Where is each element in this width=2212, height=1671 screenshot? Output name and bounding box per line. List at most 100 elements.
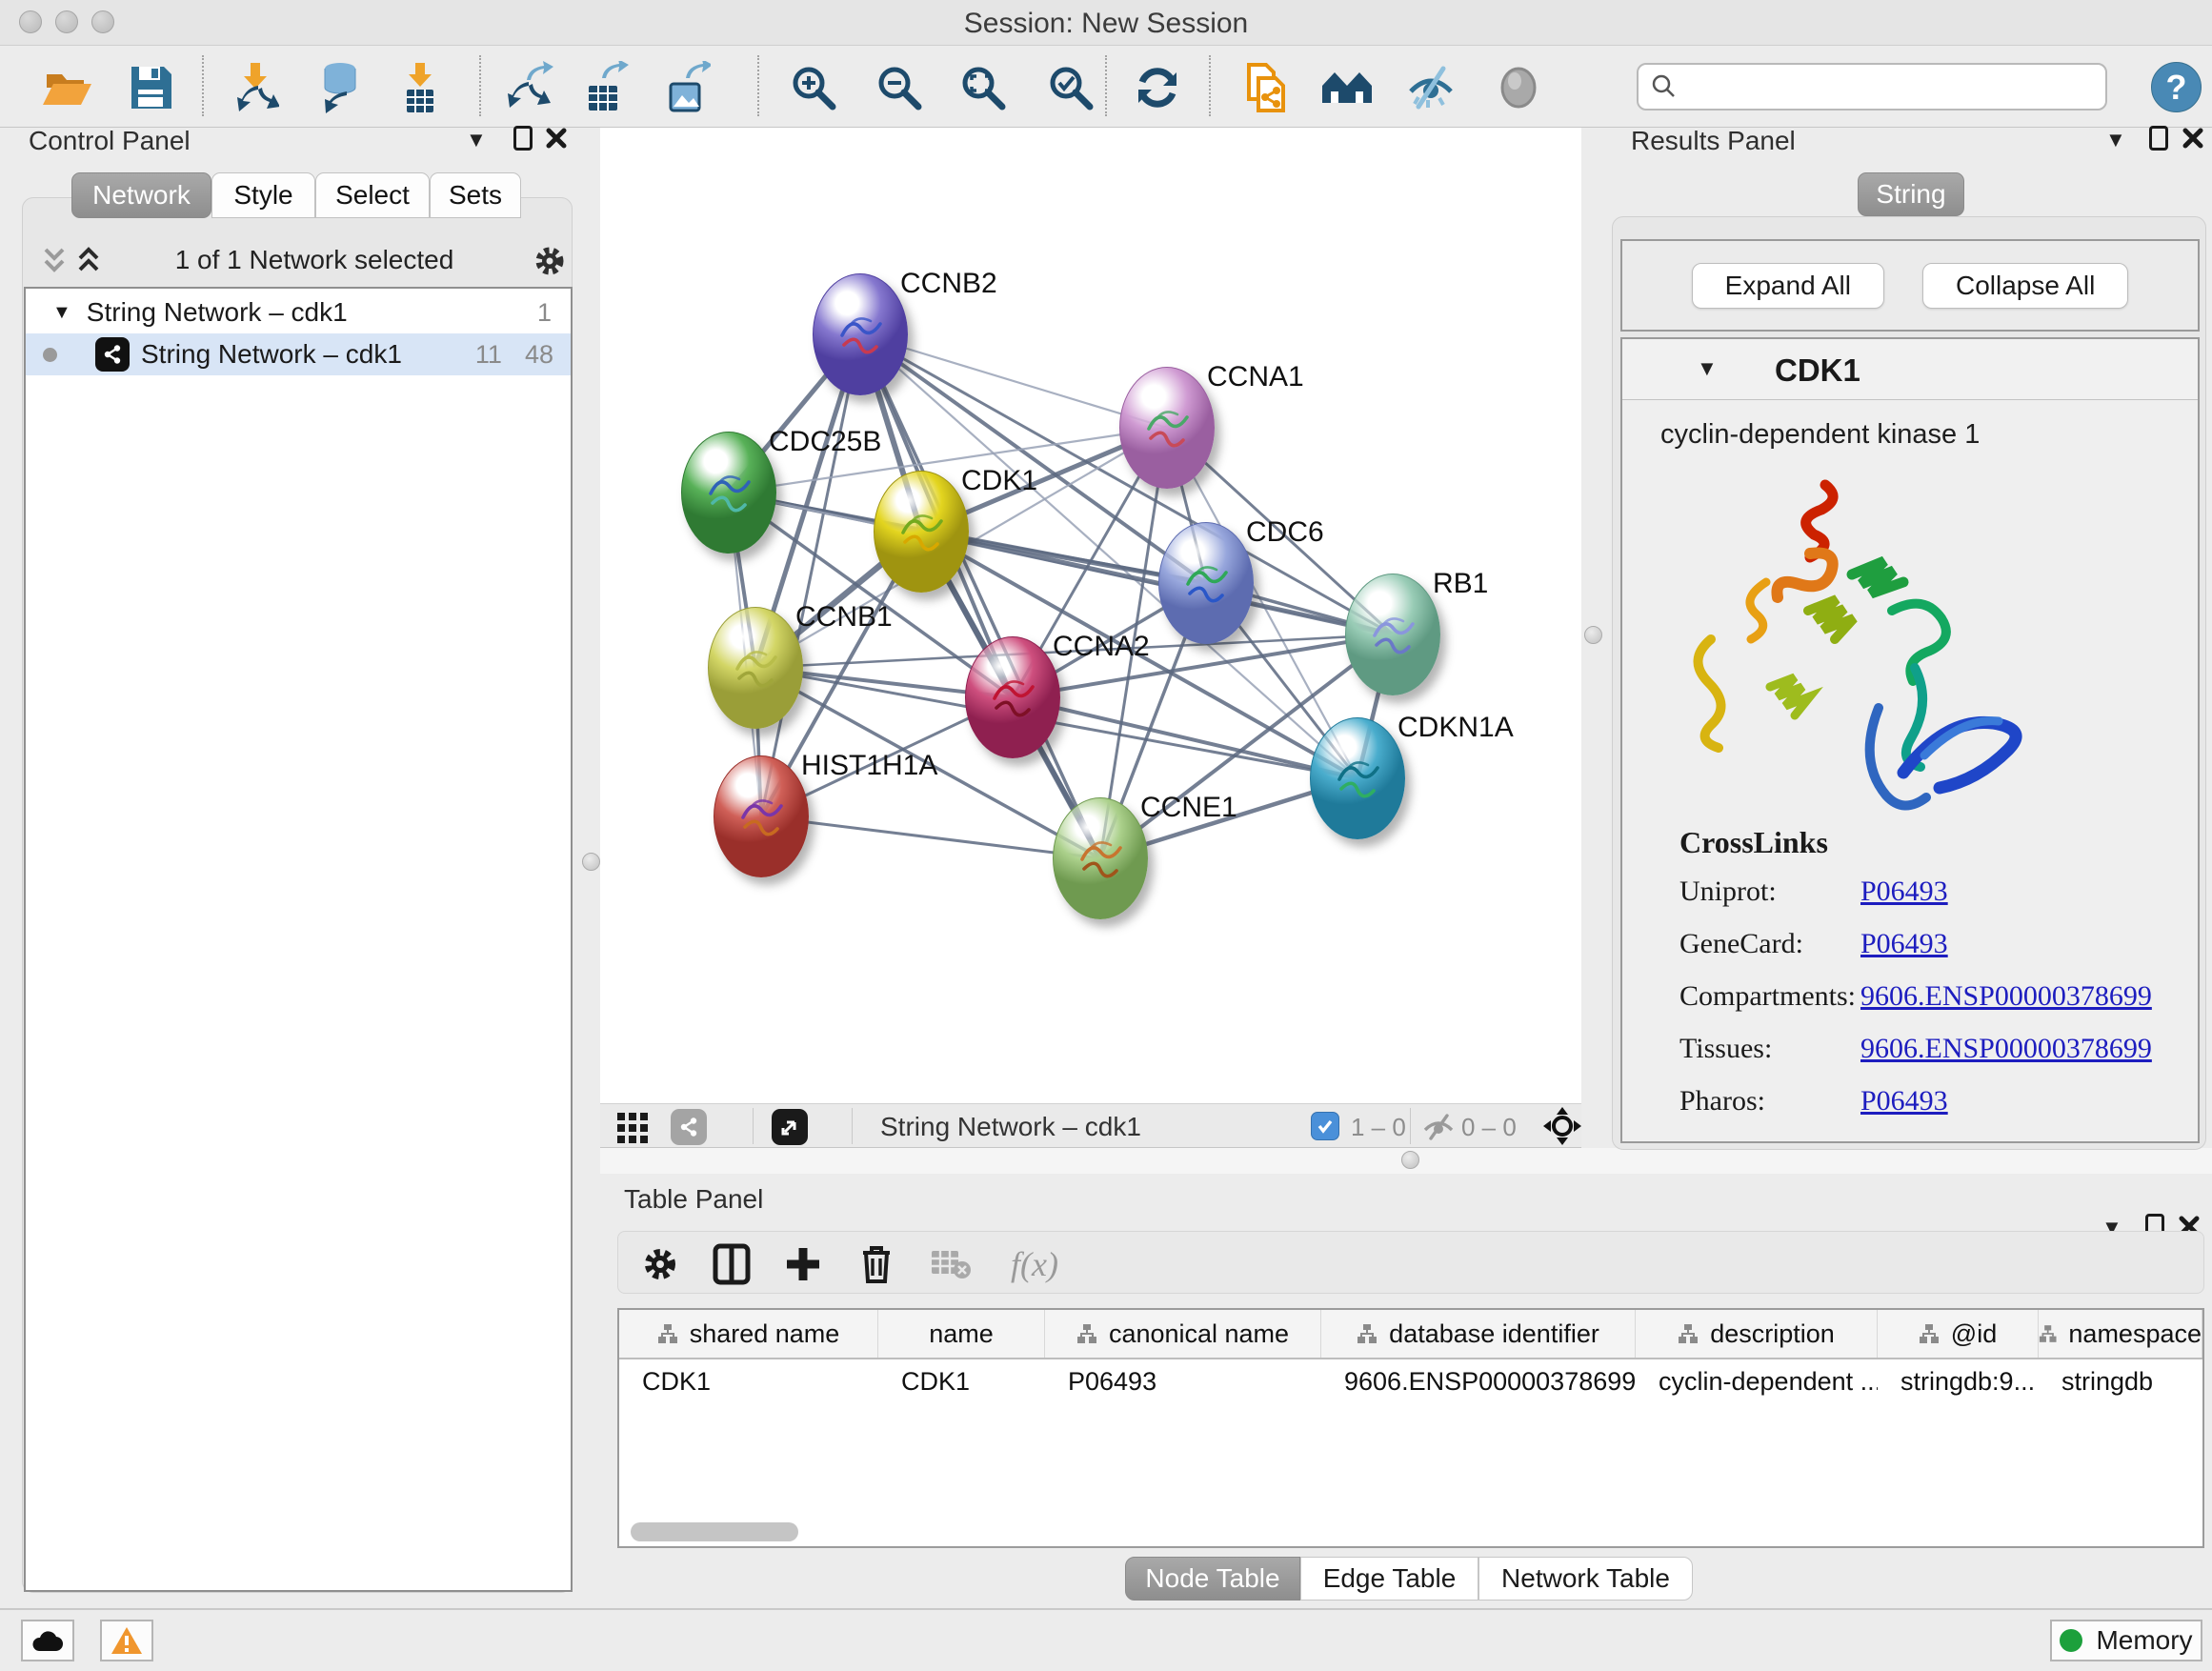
table-cell[interactable]: P06493 bbox=[1045, 1359, 1321, 1403]
tab-sets[interactable]: Sets bbox=[430, 172, 521, 218]
delete-table-icon[interactable] bbox=[928, 1241, 974, 1287]
help-button[interactable]: ? bbox=[2151, 62, 2202, 112]
crosslink-link[interactable]: P06493 bbox=[1860, 1085, 1948, 1117]
zoom-fit-button[interactable] bbox=[953, 57, 1014, 118]
first-neighbors-button[interactable] bbox=[1317, 57, 1377, 118]
network-node-rb1[interactable] bbox=[1345, 574, 1440, 695]
open-session-button[interactable] bbox=[37, 57, 98, 118]
gene-section-header[interactable]: ▼ CDK1 bbox=[1622, 339, 2198, 400]
network-node-ccne1[interactable] bbox=[1053, 797, 1148, 919]
table-cell[interactable]: stringdb:9... bbox=[1878, 1359, 2039, 1403]
protein-thumbnail-icon bbox=[1075, 827, 1128, 888]
column-header-shared-name[interactable]: shared name bbox=[619, 1310, 878, 1358]
table-cell[interactable]: CDK1 bbox=[619, 1359, 878, 1403]
tab-edge-table[interactable]: Edge Table bbox=[1300, 1557, 1478, 1601]
results-panel-float-icon[interactable] bbox=[2149, 126, 2168, 151]
column-header-namespace[interactable]: namespace bbox=[2039, 1310, 2202, 1358]
control-panel-close-icon[interactable] bbox=[545, 127, 568, 150]
hide-graphics-details-button[interactable] bbox=[1400, 57, 1461, 118]
zoom-in-button[interactable] bbox=[783, 57, 844, 118]
function-builder-icon[interactable]: f(x) bbox=[992, 1241, 1077, 1287]
left-splitter-handle[interactable] bbox=[582, 853, 600, 871]
results-panel-close-icon[interactable] bbox=[2182, 127, 2204, 150]
bottom-splitter-handle[interactable] bbox=[1401, 1151, 1419, 1169]
column-header-database-identifier[interactable]: database identifier bbox=[1321, 1310, 1636, 1358]
tab-network[interactable]: Network bbox=[71, 172, 211, 218]
network-node-cdk1[interactable] bbox=[874, 471, 969, 593]
right-splitter-handle[interactable] bbox=[1584, 626, 1602, 644]
expand-all-button[interactable]: Expand All bbox=[1692, 263, 1884, 309]
horizontal-scrollbar[interactable] bbox=[631, 1522, 798, 1541]
delete-column-icon[interactable] bbox=[854, 1241, 899, 1287]
crosslink-link[interactable]: 9606.ENSP00000378699 bbox=[1860, 1033, 2152, 1065]
selected-checkbox[interactable] bbox=[1311, 1112, 1339, 1140]
table-cell[interactable]: stringdb bbox=[2039, 1359, 2202, 1403]
table-cell[interactable]: 9606.ENSP00000378699 bbox=[1321, 1359, 1636, 1403]
import-table-from-file-button[interactable] bbox=[390, 57, 451, 118]
hidden-eye-slash-icon[interactable] bbox=[1421, 1113, 1456, 1141]
control-panel-title: Control Panel bbox=[29, 126, 191, 156]
birds-eye-view-icon[interactable] bbox=[615, 1109, 652, 1145]
table-panel-title: Table Panel bbox=[624, 1184, 763, 1215]
control-panel-collapse-icon[interactable]: ▼ bbox=[466, 128, 487, 152]
network-node-ccna1[interactable] bbox=[1119, 367, 1215, 489]
warning-status-button[interactable] bbox=[100, 1620, 153, 1661]
save-session-button[interactable] bbox=[120, 57, 181, 118]
network-node-hist1h1a[interactable] bbox=[714, 755, 809, 877]
crosslink-link[interactable]: P06493 bbox=[1860, 876, 1948, 908]
table-settings-gear-icon[interactable] bbox=[637, 1241, 683, 1287]
tab-style[interactable]: Style bbox=[211, 172, 315, 218]
refresh-button[interactable] bbox=[1127, 57, 1188, 118]
table-row[interactable]: CDK1CDK1P064939606.ENSP00000378699cyclin… bbox=[619, 1359, 2202, 1403]
node-position-icon[interactable] bbox=[1541, 1105, 1584, 1148]
export-network-to-file-button[interactable] bbox=[498, 57, 559, 118]
network-node-cdc25b[interactable] bbox=[681, 432, 776, 554]
cloud-status-button[interactable] bbox=[21, 1620, 74, 1661]
import-network-from-file-button[interactable] bbox=[224, 57, 285, 118]
network-options-gear-icon[interactable] bbox=[532, 243, 568, 279]
tab-network-table[interactable]: Network Table bbox=[1478, 1557, 1693, 1601]
tab-string[interactable]: String bbox=[1858, 172, 1964, 216]
open-in-window-icon[interactable] bbox=[772, 1109, 808, 1145]
show-columns-icon[interactable] bbox=[709, 1241, 754, 1287]
share-document-button[interactable] bbox=[1236, 57, 1297, 118]
export-table-to-file-button[interactable] bbox=[573, 57, 634, 118]
network-node-ccnb1[interactable] bbox=[708, 607, 803, 729]
network-collection-row[interactable]: ▼ String Network – cdk1 1 bbox=[26, 292, 571, 333]
network-node-cdkn1a[interactable] bbox=[1310, 717, 1405, 839]
import-network-from-database-button[interactable] bbox=[310, 57, 371, 118]
network-node-ccna2[interactable] bbox=[965, 636, 1060, 758]
gene-collapse-icon[interactable]: ▼ bbox=[1697, 356, 1718, 381]
crosslink-link[interactable]: P06493 bbox=[1860, 928, 1948, 960]
show-graphics-details-button[interactable] bbox=[1488, 57, 1549, 118]
network-node-ccnb2[interactable] bbox=[813, 273, 908, 395]
results-panel-collapse-icon[interactable]: ▼ bbox=[2105, 128, 2126, 152]
expand-all-icon[interactable] bbox=[74, 246, 103, 276]
table-cell[interactable]: cyclin-dependent ... bbox=[1636, 1359, 1878, 1403]
search-input[interactable] bbox=[1679, 72, 2088, 102]
column-header-canonical-name[interactable]: canonical name bbox=[1045, 1310, 1321, 1358]
network-share-icon[interactable] bbox=[671, 1109, 707, 1145]
tab-select[interactable]: Select bbox=[315, 172, 430, 218]
collapse-all-button[interactable]: Collapse All bbox=[1922, 263, 2128, 309]
network-node-cdc6[interactable] bbox=[1158, 522, 1254, 644]
add-column-icon[interactable] bbox=[780, 1241, 826, 1287]
column-header-name[interactable]: name bbox=[878, 1310, 1045, 1358]
table-cell[interactable]: CDK1 bbox=[878, 1359, 1045, 1403]
export-image-button[interactable] bbox=[655, 57, 716, 118]
network-canvas[interactable]: CCNB2CCNA1CDC25BCDK1CDC6RB1CCNB1CCNA2CDK… bbox=[600, 128, 1581, 1103]
network-row[interactable]: String Network – cdk1 11 48 bbox=[26, 333, 571, 375]
memory-button[interactable]: Memory bbox=[2050, 1620, 2202, 1661]
column-header-description[interactable]: description bbox=[1636, 1310, 1878, 1358]
tab-node-table[interactable]: Node Table bbox=[1125, 1557, 1300, 1601]
hierarchy-icon bbox=[657, 1323, 678, 1344]
crosslink-link[interactable]: 9606.ENSP00000378699 bbox=[1860, 980, 2152, 1013]
collapse-all-icon[interactable] bbox=[40, 246, 69, 276]
network-edge[interactable] bbox=[761, 816, 1100, 858]
column-header--id[interactable]: @id bbox=[1878, 1310, 2039, 1358]
zoom-out-button[interactable] bbox=[869, 57, 930, 118]
search-box[interactable] bbox=[1637, 63, 2107, 111]
tree-expander-icon[interactable]: ▼ bbox=[52, 302, 71, 324]
control-panel-float-icon[interactable] bbox=[513, 126, 533, 151]
zoom-selected-button[interactable] bbox=[1040, 57, 1101, 118]
